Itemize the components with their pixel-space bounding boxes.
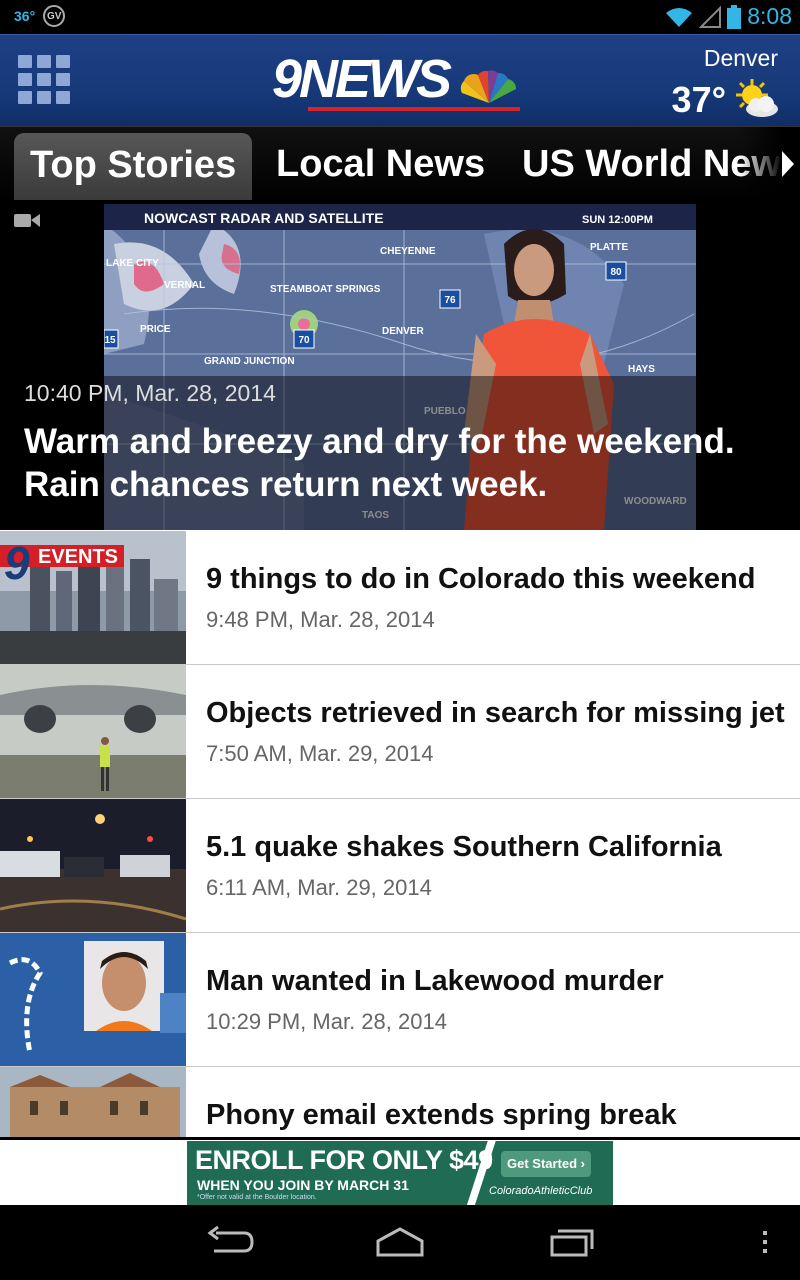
recent-apps-icon[interactable] (548, 1225, 596, 1259)
weather-city[interactable]: Denver (704, 45, 778, 72)
ad-cta-button[interactable]: Get Started › (501, 1151, 591, 1177)
hero-story[interactable]: NOWCAST RADAR AND SATELLITE SUN 12:00PM … (0, 200, 800, 530)
clock: 8:08 (747, 3, 792, 29)
svg-text:GRAND JUNCTION: GRAND JUNCTION (204, 356, 295, 367)
svg-text:76: 76 (444, 295, 456, 306)
hero-timestamp: 10:40 PM, Mar. 28, 2014 (24, 380, 276, 406)
story-thumbnail (0, 933, 186, 1066)
ad-banner: ENROLL FOR ONLY $49 WHEN YOU JOIN BY MAR… (0, 1137, 800, 1205)
story-time: 7:50 AM, Mar. 29, 2014 (206, 741, 434, 766)
9news-logo: 9NEWS (272, 49, 522, 119)
battery-icon (727, 4, 742, 29)
story-title: 9 things to do in Colorado this weekend (206, 563, 756, 595)
svg-text:9: 9 (4, 537, 30, 589)
temperature-badge: 36° (14, 8, 36, 24)
weather-temperature[interactable]: 37° (672, 79, 726, 121)
ad-fine-print: *Offer not valid at the Boulder location… (197, 1194, 317, 1201)
hero-image-caption: NOWCAST RADAR AND SATELLITE (144, 210, 384, 226)
story-list: EVENTS 9 9 things to do in Colorado this… (0, 531, 800, 1137)
story-thumbnail (0, 799, 186, 932)
svg-text:CHEYENNE: CHEYENNE (380, 246, 436, 257)
gv-icon: GV (43, 5, 66, 27)
ad-creative[interactable]: ENROLL FOR ONLY $49 WHEN YOU JOIN BY MAR… (187, 1141, 613, 1205)
ad-headline: ENROLL FOR ONLY $49 (195, 1145, 493, 1175)
tab-top-stories[interactable]: Top Stories (14, 133, 253, 200)
story-title: Objects retrieved in search for missing … (206, 697, 785, 729)
svg-text:PLATTE: PLATTE (590, 242, 628, 253)
hero-headline[interactable]: Warm and breezy and dry for the weekend.… (24, 420, 784, 506)
hero-image-stamp: SUN 12:00PM (582, 214, 653, 226)
svg-text:80: 80 (610, 267, 622, 278)
svg-text:HAYS: HAYS (628, 364, 655, 375)
story-time: 6:11 AM, Mar. 29, 2014 (206, 875, 432, 900)
video-camera-icon (14, 214, 40, 227)
section-tabs: Top Stories Local News US World News (0, 126, 800, 200)
grid-menu-icon[interactable] (18, 55, 72, 107)
list-item[interactable]: 5.1 quake shakes Southern California 6:1… (0, 799, 800, 933)
story-thumbnail (0, 665, 186, 798)
app-header: 9NEWS Denver 37° (0, 34, 800, 126)
thumb-events-label: EVENTS (38, 546, 118, 568)
logo-text: 9NEWS (272, 49, 452, 109)
svg-text:15: 15 (104, 335, 116, 346)
svg-text:VERNAL: VERNAL (164, 280, 205, 291)
story-time: 9:48 PM, Mar. 28, 2014 (206, 607, 435, 632)
story-title: 5.1 quake shakes Southern California (206, 831, 722, 863)
tab-local-news[interactable]: Local News (276, 127, 485, 200)
sun-cloud-icon[interactable] (728, 77, 780, 119)
system-nav-bar (0, 1205, 800, 1280)
app-screen: 36° GV 8:08 9NEWS Denver 37° Top Stories… (0, 0, 800, 1280)
svg-text:LAKE CITY: LAKE CITY (106, 258, 159, 269)
chevron-right-icon[interactable] (782, 151, 794, 177)
logo-underline (308, 107, 520, 111)
ad-subline: WHEN YOU JOIN BY MARCH 31 (197, 1177, 409, 1193)
svg-text:DENVER: DENVER (382, 326, 424, 337)
list-item[interactable]: Man wanted in Lakewood murder 10:29 PM, … (0, 933, 800, 1067)
overflow-menu-icon[interactable] (760, 1225, 770, 1259)
wifi-icon (666, 7, 693, 27)
story-thumbnail (0, 1067, 186, 1137)
svg-text:70: 70 (298, 335, 310, 346)
back-icon[interactable] (206, 1225, 254, 1259)
ad-brand: ColoradoAthleticClub (489, 1185, 593, 1197)
list-item[interactable]: Phony email extends spring break (0, 1067, 800, 1137)
list-item[interactable]: EVENTS 9 9 things to do in Colorado this… (0, 531, 800, 665)
signal-icon (699, 5, 722, 28)
story-time: 10:29 PM, Mar. 28, 2014 (206, 1009, 447, 1034)
story-title: Phony email extends spring break (206, 1099, 677, 1131)
svg-text:PRICE: PRICE (140, 324, 171, 335)
story-thumbnail: EVENTS 9 (0, 531, 186, 664)
home-icon[interactable] (374, 1225, 426, 1259)
list-item[interactable]: Objects retrieved in search for missing … (0, 665, 800, 799)
story-title: Man wanted in Lakewood murder (206, 965, 664, 997)
status-bar: 36° GV 8:08 (0, 0, 800, 34)
svg-text:STEAMBOAT SPRINGS: STEAMBOAT SPRINGS (270, 284, 381, 295)
peacock-icon (460, 70, 517, 103)
